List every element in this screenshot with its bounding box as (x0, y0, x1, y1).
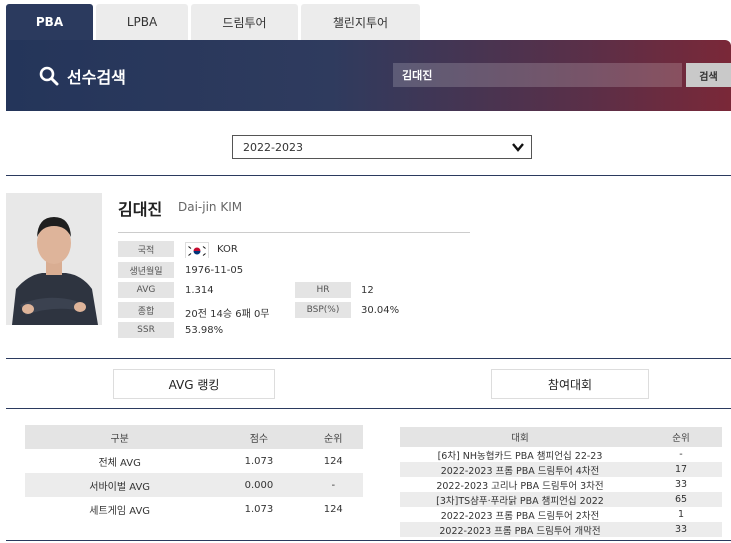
record-label: 종합 (118, 302, 174, 318)
divider (6, 540, 731, 541)
bsp-value: 30.04% (361, 305, 400, 316)
nationality-label: 국적 (118, 241, 174, 257)
ssr-label: SSR (118, 322, 174, 338)
divider (6, 358, 731, 359)
table-row: 2022-2023 프롬 PBA 드림투어 4차전 17 (400, 462, 722, 477)
table-cell: 전체 AVG (98, 457, 141, 469)
table-cell: - (303, 473, 363, 497)
tournament-name[interactable]: 2022-2023 프롬 PBA 드림투어 4차전 (400, 462, 640, 477)
player-photo (6, 193, 102, 325)
avg-value: 1.314 (185, 285, 214, 296)
column-header: 순위 (303, 425, 363, 449)
table-row: [3차]TS샴푸·푸라닭 PBA 챔피언십 2022 65 (400, 492, 722, 507)
divider (6, 175, 731, 176)
column-header: 구분 (25, 425, 215, 449)
hr-label: HR (295, 282, 351, 298)
tournaments-button[interactable]: 참여대회 (491, 369, 649, 399)
profile-divider (118, 232, 470, 233)
table-cell: 33 (674, 479, 688, 490)
korea-flag-icon (185, 242, 209, 258)
table-cell: 124 (323, 503, 343, 515)
birth-value: 1976-11-05 (185, 265, 244, 276)
table-cell: 124 (323, 455, 343, 467)
divider (6, 408, 731, 409)
ssr-value: 53.98% (185, 325, 224, 336)
avg-label: AVG (118, 282, 174, 298)
page-title-text: 선수검색 (67, 68, 126, 87)
tab-pba[interactable]: PBA (6, 4, 93, 40)
table-row: 2022-2023 고리나 PBA 드림투어 3차전 33 (400, 477, 722, 492)
search-icon (39, 66, 59, 86)
table-row: 2022-2023 프롬 PBA 드림투어 개막전 33 (400, 522, 722, 537)
table-row: 서바이벌 AVG 0.000 - (25, 473, 363, 497)
table-cell: 1.073 (244, 455, 274, 467)
column-header: 점수 (214, 425, 304, 449)
season-select-value: 2022-2023 (243, 140, 303, 154)
table-row: 전체 AVG 1.073 124 (25, 449, 363, 473)
table-header-row: 구분 점수 순위 (25, 425, 363, 449)
avg-ranking-button[interactable]: AVG 랭킹 (113, 369, 275, 399)
season-select[interactable]: 2022-2023 (232, 135, 532, 159)
player-name: 김대진 (118, 200, 163, 219)
birth-label: 생년월일 (118, 262, 174, 278)
player-search-input[interactable] (393, 63, 682, 87)
search-banner: 선수검색 검색 (6, 40, 731, 111)
column-header: 순위 (640, 427, 722, 447)
nationality-value: KOR (217, 244, 238, 255)
page-title: 선수검색 (39, 64, 126, 88)
hr-value: 12 (361, 285, 374, 296)
table-row: [6차] NH농협카드 PBA 챔피언십 22-23 - (400, 447, 722, 462)
tournament-name[interactable]: 2022-2023 프롬 PBA 드림투어 개막전 (400, 522, 640, 537)
tournament-name[interactable]: [3차]TS샴푸·푸라닭 PBA 챔피언십 2022 (400, 492, 640, 507)
table-cell: 1 (677, 509, 685, 520)
table-cell: 세트게임 AVG (89, 505, 151, 517)
table-cell: 17 (640, 462, 722, 477)
column-header: 대회 (400, 427, 640, 447)
bsp-label: BSP(%) (295, 302, 351, 318)
tab-lpba[interactable]: LPBA (96, 4, 188, 40)
tab-challenge-tour[interactable]: 챌린지투어 (301, 4, 420, 40)
tournament-name[interactable]: 2022-2023 고리나 PBA 드림투어 3차전 (400, 477, 640, 492)
table-cell: 서바이벌 AVG (25, 473, 215, 497)
player-name-english: Dai-jin KIM (178, 200, 243, 214)
table-row: 2022-2023 프롬 PBA 드림투어 2차전 1 (400, 507, 722, 522)
search-button[interactable]: 검색 (686, 63, 731, 87)
league-tabs: PBA LPBA 드림투어 챌린지투어 (6, 4, 420, 40)
table-cell: 0.000 (214, 473, 304, 497)
tab-dream-tour[interactable]: 드림투어 (191, 4, 298, 40)
table-cell: - (679, 449, 683, 460)
table-cell: 1.073 (244, 503, 274, 515)
table-row: 세트게임 AVG 1.073 124 (25, 497, 363, 521)
tournament-name[interactable]: 2022-2023 프롬 PBA 드림투어 2차전 (400, 507, 640, 522)
table-cell: 65 (640, 492, 722, 507)
table-cell: 33 (640, 522, 722, 537)
avg-table: 구분 점수 순위 전체 AVG 1.073 124 서바이벌 AVG 0.000… (25, 425, 363, 521)
chevron-down-icon (512, 143, 524, 152)
table-header-row: 대회 순위 (400, 427, 722, 447)
tournament-table: 대회 순위 [6차] NH농협카드 PBA 챔피언십 22-23 - 2022-… (400, 427, 722, 537)
record-value: 20전 14승 6패 0무 (185, 309, 270, 320)
tournament-name[interactable]: [6차] NH농협카드 PBA 챔피언십 22-23 (400, 447, 640, 462)
